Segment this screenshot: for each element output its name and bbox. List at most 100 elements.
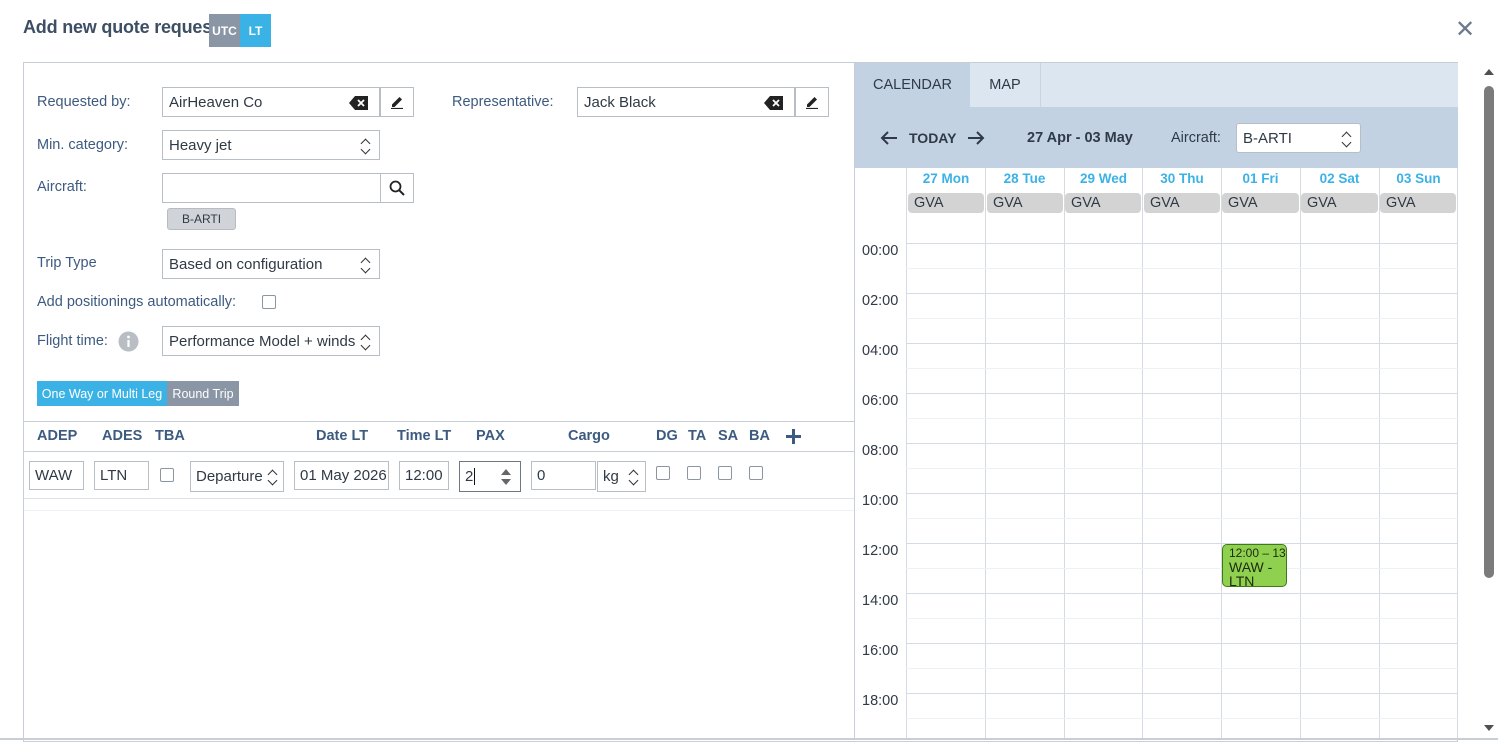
arrow-right-icon[interactable]	[967, 130, 985, 146]
calendar-event[interactable]: 12:00 – 13 WAW - LTN	[1222, 544, 1287, 587]
col-pax: PAX	[476, 428, 505, 444]
day-header[interactable]: 28 Tue	[985, 171, 1064, 186]
min-category-value: Heavy jet	[169, 136, 232, 154]
aircraft-chip[interactable]: B-ARTI	[167, 208, 236, 230]
grid-line	[906, 368, 1458, 369]
select-arrows-icon	[268, 469, 278, 485]
col-date: Date LT	[316, 428, 369, 444]
ta-checkbox[interactable]	[687, 466, 701, 480]
grid-line	[1221, 168, 1222, 740]
trip-type-select[interactable]: Based on configuration	[162, 249, 380, 279]
tba-checkbox[interactable]	[160, 468, 174, 482]
adep-input[interactable]: WAW	[29, 461, 84, 490]
time-label: 00:00	[862, 243, 899, 259]
select-arrows-icon	[361, 257, 371, 273]
day-header[interactable]: 01 Fri	[1221, 171, 1300, 186]
time-label: 16:00	[862, 643, 899, 659]
sa-checkbox[interactable]	[718, 466, 732, 480]
pencil-icon	[806, 97, 818, 109]
spinner-icon[interactable]	[500, 468, 512, 486]
grid-line	[906, 568, 1458, 569]
grid-line	[906, 468, 1458, 469]
grid-line	[985, 168, 986, 740]
grid-line	[906, 543, 1458, 544]
aircraft-search-button[interactable]	[380, 173, 414, 203]
dg-checkbox[interactable]	[656, 466, 670, 480]
edit-representative-button[interactable]	[795, 87, 829, 117]
grid-line	[906, 443, 1458, 444]
select-arrows-icon	[629, 469, 639, 485]
row-divider	[24, 510, 855, 511]
info-icon[interactable]	[118, 331, 139, 352]
flight-time-label: Flight time:	[37, 333, 108, 349]
requested-by-input[interactable]: AirHeaven Co	[162, 87, 380, 117]
scroll-down-icon[interactable]	[1483, 724, 1495, 732]
time-label: 18:00	[862, 693, 899, 709]
today-button[interactable]: TODAY	[909, 130, 956, 146]
grid-line	[1064, 168, 1065, 740]
edit-requested-by-button[interactable]	[380, 87, 414, 117]
representative-value: Jack Black	[584, 93, 656, 111]
col-time: Time LT	[397, 428, 452, 444]
date-input[interactable]: 01 May 2026	[294, 461, 389, 490]
add-positionings-checkbox[interactable]	[262, 295, 276, 309]
clear-icon[interactable]	[349, 96, 369, 110]
trip-type-value: Based on configuration	[169, 255, 323, 273]
arrow-left-icon[interactable]	[880, 130, 898, 146]
trip-type-label: Trip Type	[37, 255, 97, 271]
col-sa: SA	[718, 428, 739, 444]
round-trip-toggle[interactable]: Round Trip	[167, 381, 239, 406]
one-way-toggle[interactable]: One Way or Multi Leg	[37, 381, 167, 406]
min-category-select[interactable]: Heavy jet	[162, 130, 380, 160]
base-badge: GVA	[1144, 193, 1220, 213]
cargo-unit-select[interactable]: kg	[597, 461, 646, 492]
requested-by-label: Requested by:	[37, 94, 131, 110]
calendar-aircraft-value: B-ARTI	[1243, 129, 1292, 147]
aircraft-search-input[interactable]	[162, 173, 381, 203]
min-category-label: Min. category:	[37, 137, 129, 153]
plus-icon[interactable]	[785, 428, 802, 445]
cargo-input[interactable]: 0	[531, 461, 596, 490]
calendar-aircraft-label: Aircraft:	[1171, 130, 1221, 146]
time-label: 12:00	[862, 543, 899, 559]
calendar-aircraft-select[interactable]: B-ARTI	[1236, 123, 1361, 153]
day-header[interactable]: 29 Wed	[1064, 171, 1143, 186]
day-header[interactable]: 27 Mon	[907, 171, 985, 186]
time-label: 06:00	[862, 393, 899, 409]
grid-line	[906, 318, 1458, 319]
grid-line	[906, 518, 1458, 519]
grid-line	[1457, 168, 1458, 740]
day-header[interactable]: 02 Sat	[1300, 171, 1379, 186]
col-ades: ADES	[102, 428, 143, 444]
time-input[interactable]: 12:00	[399, 461, 449, 490]
scrollbar-thumb[interactable]	[1484, 86, 1494, 578]
dep-type-select[interactable]: Departure	[190, 461, 284, 492]
grid-line	[906, 693, 1458, 694]
pencil-icon	[391, 97, 403, 109]
tab-calendar[interactable]: CALENDAR	[855, 63, 970, 107]
grid-line	[906, 493, 1458, 494]
scroll-up-icon[interactable]	[1483, 68, 1495, 76]
clear-icon[interactable]	[764, 96, 784, 110]
col-cargo: Cargo	[568, 428, 610, 444]
day-header[interactable]: 30 Thu	[1143, 171, 1221, 186]
aircraft-label: Aircraft:	[37, 179, 87, 195]
utc-toggle[interactable]: UTC	[209, 14, 240, 47]
col-ta: TA	[688, 428, 707, 444]
flight-time-select[interactable]: Performance Model + winds	[162, 326, 380, 356]
grid-line	[906, 643, 1458, 644]
row-divider	[24, 498, 855, 499]
pax-input[interactable]: 2	[459, 461, 521, 492]
representative-input[interactable]: Jack Black	[577, 87, 795, 117]
search-icon	[389, 180, 405, 196]
grid-line	[906, 418, 1458, 419]
cargo-unit-value: kg	[603, 468, 619, 485]
day-header[interactable]: 03 Sun	[1379, 171, 1458, 186]
page-title: Add new quote request	[23, 17, 218, 37]
flight-time-value: Performance Model + winds	[169, 332, 356, 350]
close-icon[interactable]: ✕	[1455, 16, 1475, 44]
ades-input[interactable]: LTN	[94, 461, 149, 490]
ba-checkbox[interactable]	[749, 466, 763, 480]
lt-toggle[interactable]: LT	[240, 14, 271, 47]
tab-map[interactable]: MAP	[970, 63, 1041, 107]
